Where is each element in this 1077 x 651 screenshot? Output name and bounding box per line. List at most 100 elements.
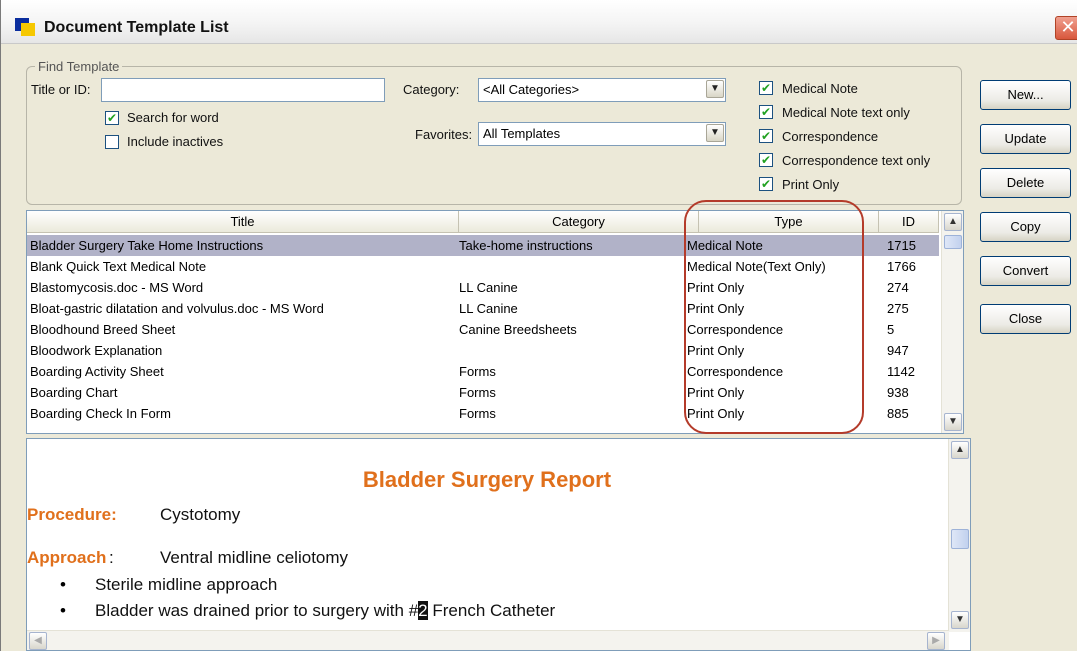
- table-row[interactable]: Bladder Surgery Take Home Instructions T…: [27, 235, 939, 256]
- document-template-window: Document Template List ✕ Find Template T…: [0, 0, 1077, 651]
- table-row[interactable]: Boarding Chart Forms Print Only 938: [27, 382, 939, 403]
- row-title: Bloat-gastric dilatation and volvulus.do…: [30, 301, 324, 316]
- favorites-select[interactable]: All Templates ▼: [478, 122, 726, 146]
- row-type: Print Only: [687, 385, 745, 400]
- preview-heading: Bladder Surgery Report: [362, 467, 612, 492]
- row-title: Bloodhound Breed Sheet: [30, 322, 176, 337]
- row-category: LL Canine: [459, 301, 518, 316]
- filter-correspondence-text-only-checkbox[interactable]: ✔: [759, 153, 773, 167]
- category-select[interactable]: <All Categories> ▼: [478, 78, 726, 102]
- table-row[interactable]: Blastomycosis.doc - MS Word LL Canine Pr…: [27, 277, 939, 298]
- bullet-item-2-text: Bladder was drained prior to surgery wit…: [95, 601, 419, 620]
- approach-colon: :: [109, 548, 114, 567]
- search-for-word-checkbox[interactable]: ✔: [105, 111, 119, 125]
- bullet-item-2: Bladder was drained prior to surgery wit…: [95, 601, 555, 621]
- include-inactives-checkbox[interactable]: [105, 135, 119, 149]
- scroll-down-icon[interactable]: ▼: [944, 413, 962, 431]
- filter-print-only-checkbox[interactable]: ✔: [759, 177, 773, 191]
- row-category: Forms: [459, 364, 496, 379]
- filter-medical-note-text-only-checkbox[interactable]: ✔: [759, 105, 773, 119]
- title-or-id-input[interactable]: [101, 78, 385, 102]
- bullet-glyph: •: [60, 601, 66, 620]
- row-type: Medical Note(Text Only): [687, 259, 826, 274]
- preview-vertical-scrollbar[interactable]: ▲ ▼: [948, 439, 970, 632]
- row-type: Print Only: [687, 280, 745, 295]
- filter-correspondence-checkbox[interactable]: ✔: [759, 129, 773, 143]
- filter-medical-note-text-only-label: Medical Note text only: [782, 105, 910, 120]
- table-row[interactable]: Boarding Check In Form Forms Print Only …: [27, 403, 939, 424]
- row-id: 1715: [887, 238, 916, 253]
- scroll-thumb[interactable]: [944, 235, 962, 249]
- delete-button[interactable]: Delete: [980, 168, 1071, 198]
- template-list-scrollbar[interactable]: ▲ ▼: [941, 211, 963, 433]
- close-button[interactable]: Close: [980, 304, 1071, 334]
- favorites-select-value: All Templates: [483, 126, 561, 141]
- scroll-up-icon[interactable]: ▲: [944, 213, 962, 231]
- chevron-down-icon[interactable]: ▼: [706, 124, 724, 142]
- row-type: Correspondence: [687, 364, 784, 379]
- row-title: Blank Quick Text Medical Note: [30, 259, 207, 274]
- category-select-value: <All Categories>: [483, 82, 580, 97]
- copy-button[interactable]: Copy: [980, 212, 1071, 242]
- row-title: Boarding Chart: [30, 385, 118, 400]
- row-category: Take-home instructions: [459, 238, 593, 253]
- row-type: Print Only: [687, 343, 745, 358]
- column-header-title[interactable]: Title: [27, 211, 459, 233]
- table-row[interactable]: Blank Quick Text Medical Note Medical No…: [27, 256, 939, 277]
- row-id: 1766: [887, 259, 916, 274]
- preview-horizontal-scrollbar[interactable]: ◀ ▶: [27, 630, 949, 650]
- approach-label: Approach: [27, 548, 107, 567]
- row-id: 5: [887, 322, 895, 337]
- search-for-word-label: Search for word: [127, 110, 219, 125]
- approach-value: Ventral midline celiotomy: [160, 548, 349, 567]
- row-id: 1142: [887, 364, 915, 379]
- row-id: 947: [887, 343, 909, 358]
- table-row[interactable]: Boarding Activity Sheet Forms Correspond…: [27, 361, 939, 382]
- row-type: Print Only: [687, 406, 745, 421]
- title-bar[interactable]: Document Template List ✕: [1, 0, 1077, 44]
- row-category: Canine Breedsheets: [459, 322, 577, 337]
- bullet-item-2-text-end: French Catheter: [427, 601, 556, 620]
- scroll-right-icon[interactable]: ▶: [927, 632, 945, 650]
- filter-medical-note-checkbox[interactable]: ✔: [759, 81, 773, 95]
- find-template-label: Find Template: [35, 59, 123, 74]
- template-list[interactable]: Title Category Type ID Bladder Surgery T…: [26, 210, 964, 434]
- row-id: 274: [887, 280, 909, 295]
- convert-button[interactable]: Convert: [980, 256, 1071, 286]
- column-header-type[interactable]: Type: [699, 211, 879, 233]
- text-cursor-selection: 2: [418, 601, 428, 620]
- filter-correspondence-text-only-label: Correspondence text only: [782, 153, 931, 168]
- close-window-button[interactable]: ✕: [1055, 16, 1077, 40]
- scroll-up-icon[interactable]: ▲: [951, 441, 969, 459]
- chevron-down-icon[interactable]: ▼: [706, 80, 724, 98]
- template-preview[interactable]: Bladder Surgery Report Procedure: Cystot…: [26, 438, 971, 651]
- scroll-down-icon[interactable]: ▼: [951, 611, 969, 629]
- bullet-glyph: •: [60, 575, 66, 594]
- row-category: Forms: [459, 385, 496, 400]
- row-title: Boarding Check In Form: [30, 406, 171, 421]
- row-type: Medical Note: [687, 238, 763, 253]
- column-header-id[interactable]: ID: [879, 211, 939, 233]
- table-row[interactable]: Bloodhound Breed Sheet Canine Breedsheet…: [27, 319, 939, 340]
- row-id: 885: [887, 406, 909, 421]
- scroll-thumb[interactable]: [951, 529, 969, 549]
- template-list-header: Title Category Type ID: [27, 211, 939, 233]
- filter-print-only-label: Print Only: [782, 177, 840, 192]
- new-button[interactable]: New...: [980, 80, 1071, 110]
- filter-medical-note-label: Medical Note: [782, 81, 858, 96]
- app-icon: [15, 18, 37, 36]
- scroll-left-icon[interactable]: ◀: [29, 632, 47, 650]
- table-row[interactable]: Bloodwork Explanation Print Only 947: [27, 340, 939, 361]
- title-or-id-label: Title or ID:: [31, 82, 91, 97]
- table-row[interactable]: Bloat-gastric dilatation and volvulus.do…: [27, 298, 939, 319]
- column-header-category[interactable]: Category: [459, 211, 699, 233]
- update-button[interactable]: Update: [980, 124, 1071, 154]
- row-category: Forms: [459, 406, 496, 421]
- include-inactives-label: Include inactives: [127, 134, 224, 149]
- favorites-label: Favorites:: [415, 127, 473, 142]
- row-title: Boarding Activity Sheet: [30, 364, 164, 379]
- row-category: LL Canine: [459, 280, 518, 295]
- bullet-item-1: Sterile midline approach: [95, 575, 278, 594]
- category-label: Category:: [403, 82, 460, 97]
- row-title: Blastomycosis.doc - MS Word: [30, 280, 204, 295]
